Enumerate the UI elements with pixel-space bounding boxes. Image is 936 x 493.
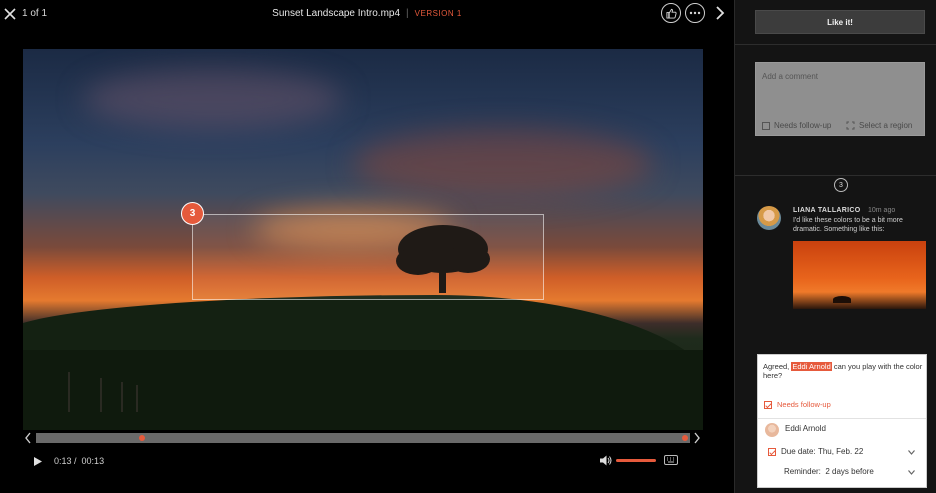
select-region-option[interactable]: Select a region (846, 121, 912, 130)
reply-divider (758, 418, 926, 419)
panel-divider (735, 175, 936, 176)
checkbox-icon[interactable] (762, 121, 770, 130)
video-player: 1 of 1 Sunset Landscape Intro.mp4 | VERSIO… (0, 0, 734, 493)
file-title: Sunset Landscape Intro.mp4 (272, 8, 401, 19)
comment-text: I'd like these colors to be a bit more d… (793, 217, 903, 233)
checkbox-icon[interactable] (768, 447, 776, 456)
checkbox-icon[interactable] (764, 400, 772, 409)
needs-followup-option[interactable]: Needs follow-up (762, 121, 831, 130)
reply-prefix: Agreed, (763, 362, 790, 371)
selected-region[interactable] (192, 214, 544, 300)
reminder-value: 2 days before (825, 467, 874, 476)
reply-text[interactable]: Agreed, Eddi Arnold can you play with th… (763, 362, 923, 380)
comment-composer[interactable]: Needs follow-up Select a region (755, 62, 925, 136)
comment-input[interactable] (762, 69, 912, 83)
more-options-button[interactable] (685, 3, 705, 23)
volume-icon[interactable] (600, 455, 612, 466)
time-display: 0:13 / 00:13 (54, 456, 104, 466)
select-region-label: Select a region (859, 121, 913, 130)
chevron-down-icon[interactable] (908, 470, 915, 475)
volume-slider[interactable] (616, 459, 656, 462)
chevron-right-icon[interactable] (715, 6, 725, 20)
comment-author: LIANA TALLARICO (793, 207, 861, 214)
region-select-icon (846, 121, 855, 130)
video-frame[interactable]: 3 (23, 49, 703, 430)
like-circle-button[interactable] (661, 3, 681, 23)
version-label[interactable]: VERSION 1 (415, 9, 462, 18)
like-it-button[interactable]: Like it! (755, 10, 925, 34)
reminder-row[interactable]: Reminder: 2 days before (784, 467, 874, 476)
due-date-label: Due date: (781, 447, 816, 456)
more-icon (689, 11, 701, 15)
time-current: 0:13 / (54, 456, 77, 466)
timeline-track[interactable] (36, 433, 690, 443)
needs-followup-toggle[interactable]: Needs follow-up (764, 400, 831, 409)
comments-panel: Like it! Needs follow-up Select a region… (734, 0, 936, 493)
comment-timestamp: 10m ago (868, 207, 896, 214)
title-separator: | (406, 8, 409, 19)
needs-followup-label: Needs follow-up (777, 400, 831, 409)
player-controls: 0:13 / 00:13 (0, 450, 734, 472)
player-top-bar: 1 of 1 Sunset Landscape Intro.mp4 | VERSIO… (0, 0, 734, 28)
playhead-marker[interactable] (682, 435, 688, 441)
avatar (757, 206, 781, 230)
reminder-label: Reminder: (784, 467, 821, 476)
time-total: 00:13 (81, 456, 105, 466)
file-title-bar: Sunset Landscape Intro.mp4 | VERSION 1 (0, 8, 734, 19)
panel-divider (735, 44, 936, 45)
user-mention[interactable]: Eddi Arnold (791, 362, 832, 371)
due-date-row[interactable]: Due date: Thu, Feb. 22 (768, 447, 863, 456)
comment-marker[interactable] (139, 435, 145, 441)
region-pin[interactable]: 3 (181, 202, 204, 225)
chevron-left-icon[interactable] (24, 432, 32, 444)
foreground-field (23, 350, 703, 430)
keyboard-icon[interactable] (664, 455, 678, 465)
assignee-name[interactable]: Eddi Arnold (785, 424, 826, 433)
needs-followup-label: Needs follow-up (774, 121, 832, 130)
thumbs-up-icon (665, 8, 677, 19)
chevron-right-icon[interactable] (693, 432, 701, 444)
avatar (765, 423, 779, 437)
due-date-value: Thu, Feb. 22 (817, 447, 864, 456)
comment-attachment-image[interactable] (793, 241, 926, 309)
chevron-down-icon[interactable] (908, 450, 915, 455)
comment-count-badge: 3 (834, 178, 848, 192)
reply-card: Agreed, Eddi Arnold can you play with th… (757, 354, 927, 488)
play-icon[interactable] (34, 457, 42, 466)
